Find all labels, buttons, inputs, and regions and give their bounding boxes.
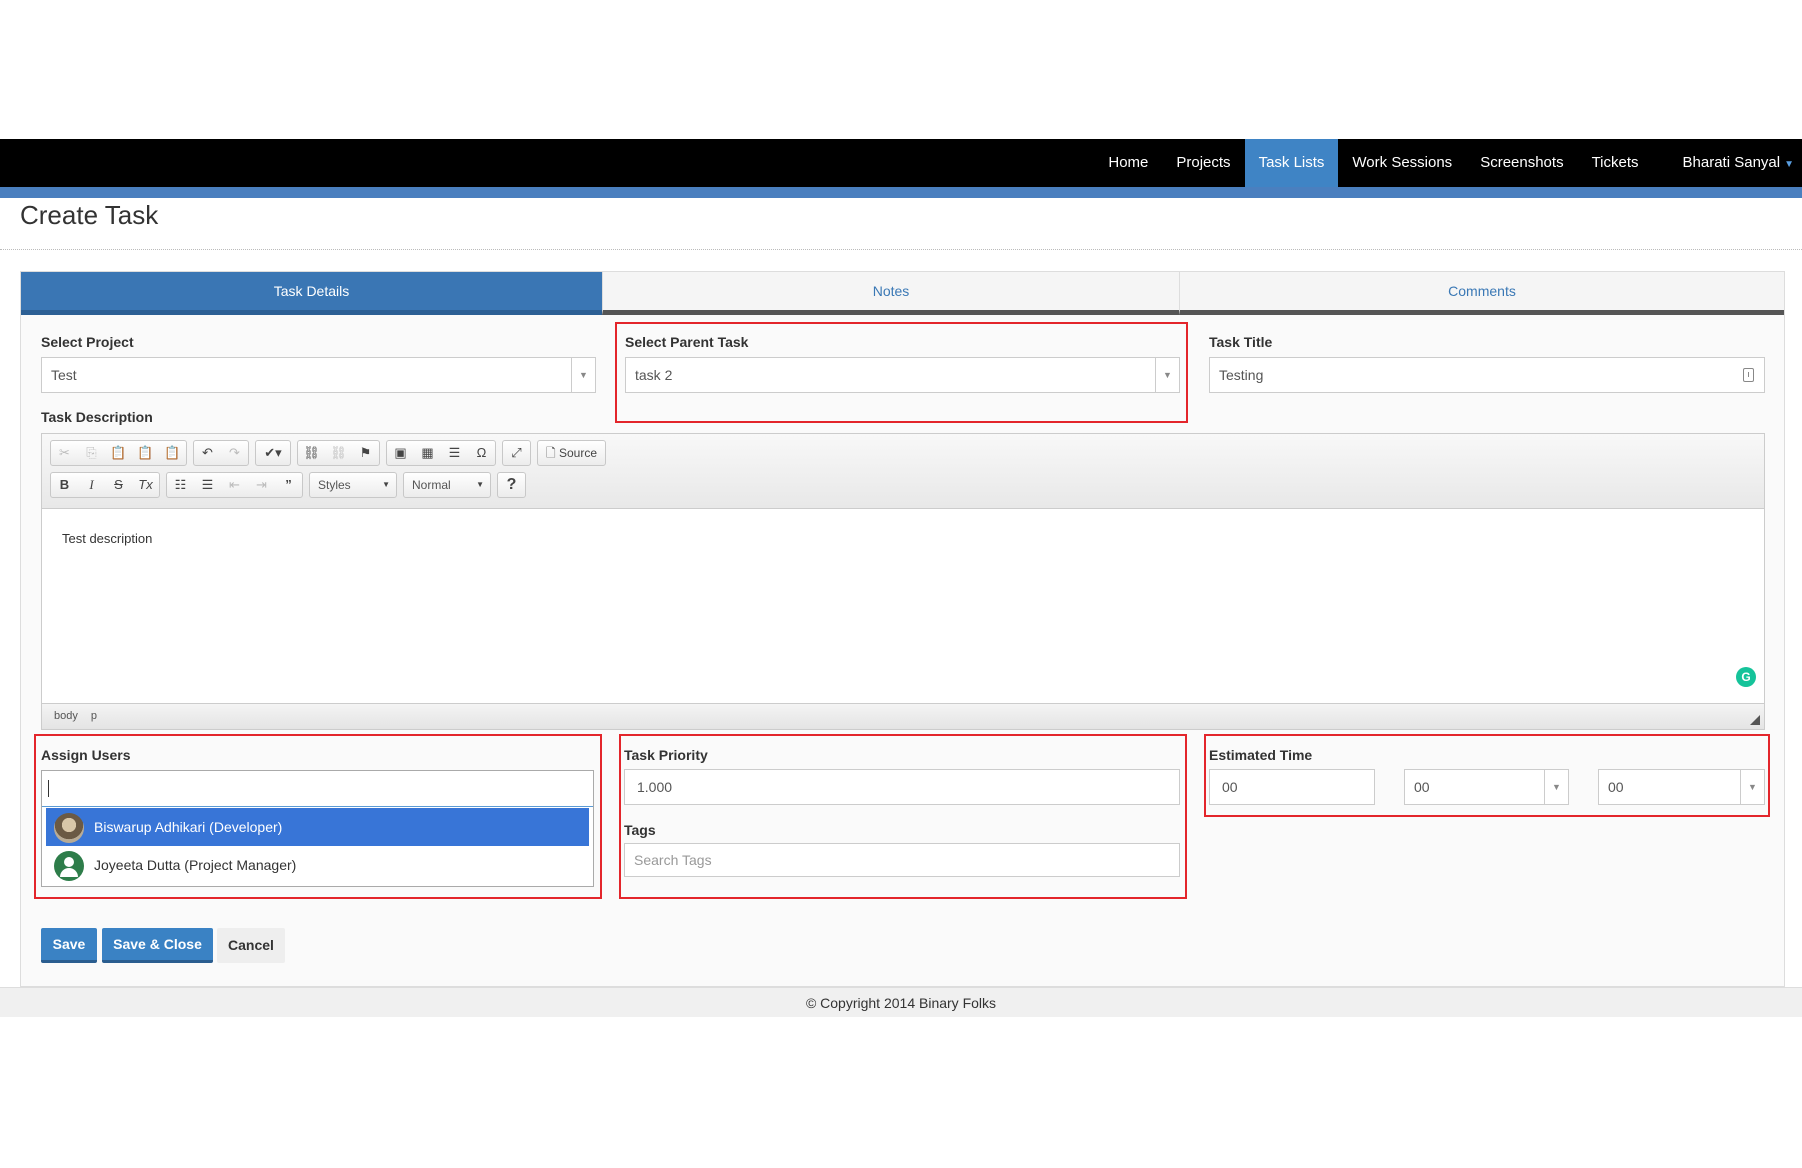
main-nav: Home Projects Task Lists Work Sessions S…	[1094, 139, 1802, 187]
user-menu[interactable]: Bharati Sanyal ▼	[1653, 139, 1802, 187]
tab-notes[interactable]: Notes	[602, 272, 1179, 315]
format-combo-label: Normal	[412, 478, 451, 492]
styles-combo-label: Styles	[318, 478, 351, 492]
editor-status-bar: body p	[42, 703, 1764, 729]
nav-tickets[interactable]: Tickets	[1578, 139, 1653, 187]
horizontal-line-icon[interactable]: ☰	[441, 441, 468, 465]
select-project-value: Test	[51, 367, 77, 383]
italic-icon[interactable]: I	[78, 473, 105, 497]
strikethrough-icon[interactable]: S	[105, 473, 132, 497]
link-icon[interactable]: ⛓	[298, 441, 325, 465]
save-close-button[interactable]: Save & Close	[102, 928, 213, 963]
redo-icon[interactable]: ↷	[221, 441, 248, 465]
blockquote-icon[interactable]: ”	[275, 473, 302, 497]
help-icon[interactable]: ?	[498, 473, 525, 497]
grammarly-icon[interactable]: G	[1736, 667, 1756, 687]
copy-icon[interactable]: ⎘	[78, 441, 105, 465]
decrease-indent-icon[interactable]: ⇤	[221, 473, 248, 497]
paste-text-icon[interactable]: 📋	[132, 441, 159, 465]
paste-icon[interactable]: 📋	[105, 441, 132, 465]
page-footer: © Copyright 2014 Binary Folks	[0, 987, 1802, 1017]
image-icon[interactable]: ▣	[387, 441, 414, 465]
paste-word-icon[interactable]: 📋	[159, 441, 186, 465]
cut-icon[interactable]: ✂	[51, 441, 78, 465]
tab-task-details[interactable]: Task Details	[21, 272, 602, 315]
task-description-label: Task Description	[41, 409, 153, 425]
nav-accent-strip	[0, 187, 1802, 198]
description-editor: ✂ ⎘ 📋 📋 📋 ↶ ↷ ✔▾ ⛓ ⛓ ⚑ ▣ ▦ ☰ Ω ⤢ 🗋 Sourc…	[41, 433, 1765, 730]
styles-combo[interactable]: Styles ▼	[309, 472, 397, 498]
top-navbar: Home Projects Task Lists Work Sessions S…	[0, 139, 1802, 187]
resize-handle-icon[interactable]	[1750, 715, 1760, 725]
combo-arrow-icon: ▼	[476, 480, 484, 489]
highlight-box-priority-tags	[619, 734, 1187, 899]
nav-screenshots[interactable]: Screenshots	[1466, 139, 1577, 187]
bulleted-list-icon[interactable]: ☰	[194, 473, 221, 497]
source-label: Source	[559, 446, 598, 460]
bold-icon[interactable]: B	[51, 473, 78, 497]
tab-bar: Task Details Notes Comments	[21, 272, 1784, 315]
editor-content-area[interactable]: Test description	[42, 509, 1764, 705]
source-doc-icon: 🗋	[546, 446, 556, 460]
path-body[interactable]: body	[54, 710, 78, 722]
editor-content-text: Test description	[62, 531, 153, 546]
caret-down-icon: ▼	[1784, 159, 1794, 170]
task-title-label: Task Title	[1209, 334, 1273, 350]
spellcheck-icon[interactable]: ✔▾	[256, 441, 290, 465]
cancel-button[interactable]: Cancel	[217, 928, 285, 963]
undo-icon[interactable]: ↶	[194, 441, 221, 465]
format-combo[interactable]: Normal ▼	[403, 472, 491, 498]
nav-work-sessions[interactable]: Work Sessions	[1338, 139, 1466, 187]
select-project-label: Select Project	[41, 334, 134, 350]
page-title: Create Task	[20, 200, 159, 230]
combo-arrow-icon: ▼	[382, 480, 390, 489]
editor-toolbar: ✂ ⎘ 📋 📋 📋 ↶ ↷ ✔▾ ⛓ ⛓ ⚑ ▣ ▦ ☰ Ω ⤢ 🗋 Sourc…	[42, 434, 1764, 509]
nav-home[interactable]: Home	[1094, 139, 1162, 187]
nav-projects[interactable]: Projects	[1162, 139, 1244, 187]
anchor-flag-icon[interactable]: ⚑	[352, 441, 379, 465]
table-icon[interactable]: ▦	[414, 441, 441, 465]
highlight-box-assign-users	[34, 734, 602, 899]
remove-format-icon[interactable]: Tx	[132, 473, 159, 497]
source-button[interactable]: 🗋 Source	[538, 441, 605, 465]
title-divider	[0, 249, 1802, 250]
highlight-box-estimated-time	[1204, 734, 1770, 817]
field-clipboard-icon	[1743, 368, 1754, 382]
task-title-value: Testing	[1219, 367, 1264, 383]
dropdown-arrow-icon: ▼	[571, 358, 595, 392]
path-p[interactable]: p	[91, 710, 97, 722]
maximize-icon[interactable]: ⤢	[503, 441, 530, 465]
select-project-dropdown[interactable]: Test ▼	[41, 357, 596, 393]
highlight-box-parent-task	[615, 322, 1188, 423]
task-form-panel: Task Details Notes Comments Select Proje…	[20, 271, 1785, 987]
numbered-list-icon[interactable]: ☷	[167, 473, 194, 497]
user-name: Bharati Sanyal	[1682, 154, 1781, 171]
unlink-icon[interactable]: ⛓	[325, 441, 352, 465]
save-button[interactable]: Save	[41, 928, 97, 963]
special-char-icon[interactable]: Ω	[468, 441, 495, 465]
increase-indent-icon[interactable]: ⇥	[248, 473, 275, 497]
task-title-input[interactable]: Testing	[1209, 357, 1765, 393]
tab-comments[interactable]: Comments	[1179, 272, 1784, 315]
nav-task-lists[interactable]: Task Lists	[1244, 139, 1339, 187]
copyright-text: © Copyright 2014 Binary Folks	[805, 995, 997, 1011]
